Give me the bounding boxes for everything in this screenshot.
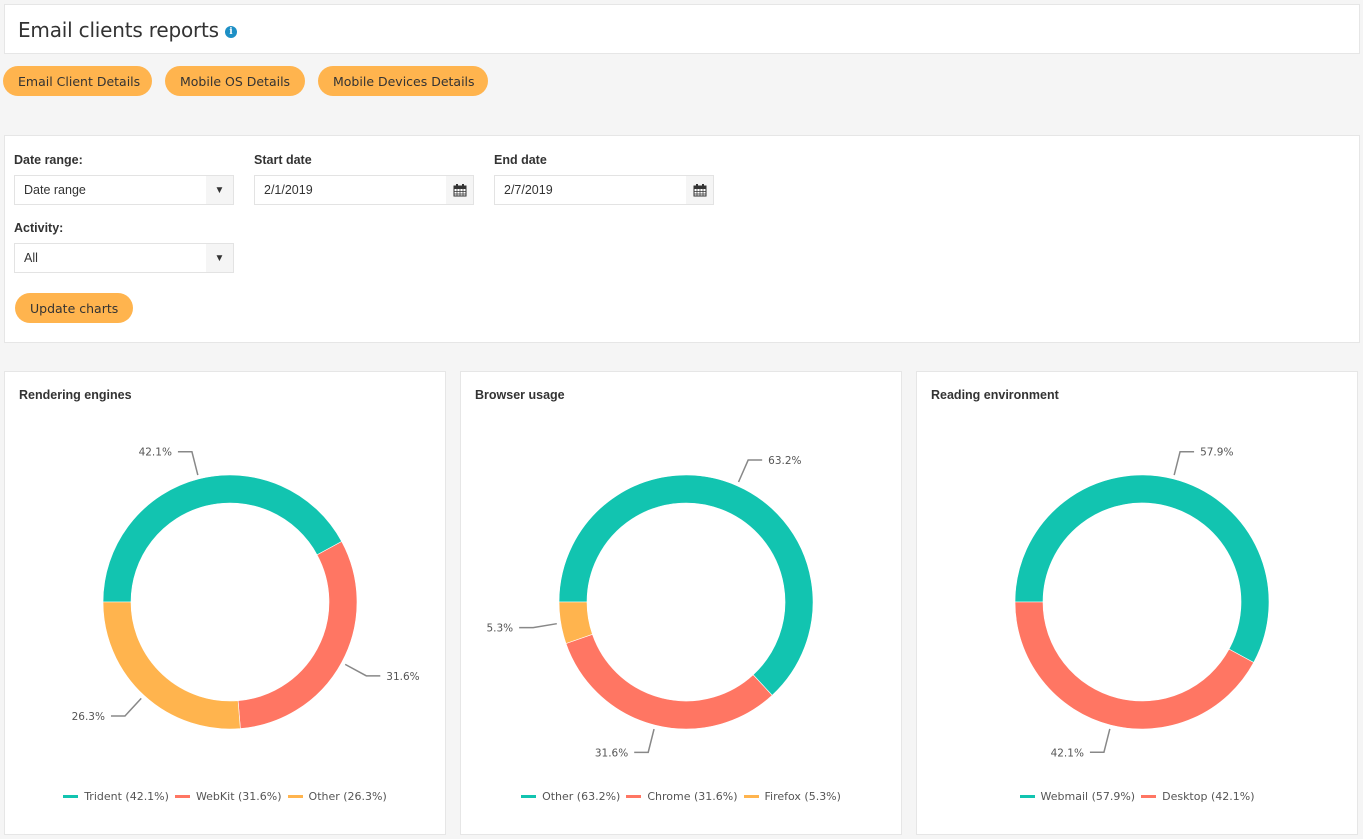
header-panel: Email clients reports i (4, 4, 1360, 54)
donut-slice-other[interactable] (102, 601, 241, 730)
reading-environment-panel: Reading environment 57.9% 42.1% Webmail (… (916, 371, 1358, 835)
start-date-label: Start date (254, 153, 312, 167)
leader-line (110, 697, 142, 717)
rendering-engines-panel: Rendering engines 42.1% 31.6% 26.3% Triden… (4, 371, 446, 835)
mobile-devices-details-button[interactable]: Mobile Devices Details (318, 66, 488, 96)
legend-label: Chrome (31.6%) (647, 790, 738, 803)
browser-usage-panel: Browser usage 63.2% 31.6% 5.3% Other (63.2… (460, 371, 902, 835)
donut-chart-rendering-engines: 42.1% 31.6% 26.3% (72, 447, 420, 730)
legend-swatch (1141, 795, 1157, 798)
donut-slice-desktop[interactable] (1014, 601, 1255, 730)
legend-item[interactable]: Chrome (31.6%) (626, 790, 738, 803)
legend-swatch (63, 795, 79, 798)
end-date-value: 2/7/2019 (504, 183, 553, 197)
data-label: 5.3% (486, 623, 513, 635)
chart-legend: Other (63.2%) Chrome (31.6%) Firefox (5.3%… (461, 790, 901, 803)
legend-item[interactable]: Webmail (57.9%) (1019, 790, 1136, 803)
legend-label: Firefox (5.3%) (764, 790, 841, 803)
page-title-text: Email clients reports (18, 18, 219, 42)
legend-item[interactable]: Firefox (5.3%) (743, 790, 841, 803)
activity-select[interactable]: All ▼ (14, 243, 234, 273)
leader-line (519, 622, 557, 629)
chevron-down-icon[interactable]: ▼ (206, 244, 233, 272)
legend-swatch (287, 795, 303, 798)
data-label: 26.3% (72, 711, 105, 723)
legend-swatch (626, 795, 642, 798)
donut-slice-chrome[interactable] (565, 633, 773, 730)
legend-item[interactable]: Desktop (42.1%) (1141, 790, 1254, 803)
filter-panel: Date range: Date range ▼ Start date 2/1/… (4, 135, 1360, 343)
chevron-down-icon[interactable]: ▼ (206, 176, 233, 204)
date-range-label: Date range: (14, 153, 83, 167)
donut-slice-trident[interactable] (102, 474, 343, 603)
donut-slice-webmail[interactable] (1014, 474, 1270, 663)
legend-label: Desktop (42.1%) (1162, 790, 1255, 803)
legend-swatch (1019, 795, 1035, 798)
donut-chart-reading-environment: 57.9% 42.1% (1014, 447, 1270, 759)
legend-item[interactable]: Trident (42.1%) (63, 790, 169, 803)
calendar-icon[interactable] (686, 176, 713, 204)
data-label: 42.1% (139, 447, 172, 459)
leader-line (1089, 728, 1111, 754)
leader-line (634, 728, 655, 754)
mobile-os-details-button[interactable]: Mobile OS Details (165, 66, 305, 96)
calendar-icon[interactable] (446, 176, 473, 204)
donut-slice-webkit[interactable] (237, 541, 358, 729)
update-charts-button[interactable]: Update charts (15, 293, 133, 323)
end-date-label: End date (494, 153, 547, 167)
legend-item[interactable]: Other (63.2%) (521, 790, 620, 803)
end-date-input[interactable]: 2/7/2019 (494, 175, 714, 205)
legend-swatch (521, 795, 537, 798)
data-label: 63.2% (768, 455, 801, 467)
data-label: 31.6% (386, 671, 419, 683)
legend-item[interactable]: Other (26.3%) (287, 790, 387, 803)
legend-label: Other (26.3%) (308, 790, 387, 803)
donut-chart-browser-usage: 63.2% 31.6% 5.3% (486, 455, 814, 759)
legend-swatch (743, 795, 759, 798)
leader-line (737, 459, 763, 483)
data-label: 57.9% (1200, 447, 1233, 459)
start-date-value: 2/1/2019 (264, 183, 313, 197)
chart-legend: Trident (42.1%) WebKit (31.6%) Other (26.3… (5, 790, 445, 803)
leader-line (177, 450, 199, 476)
page-title: Email clients reports i (18, 18, 237, 42)
leader-line (344, 663, 381, 677)
data-label: 42.1% (1051, 747, 1084, 759)
leader-line (1173, 450, 1195, 476)
chart-legend: Webmail (57.9%) Desktop (42.1%) (917, 790, 1357, 803)
activity-label: Activity: (14, 221, 64, 235)
date-range-value: Date range (24, 183, 86, 197)
date-range-select[interactable]: Date range ▼ (14, 175, 234, 205)
legend-swatch (174, 795, 190, 798)
legend-label: WebKit (31.6%) (195, 790, 282, 803)
data-label: 31.6% (595, 747, 628, 759)
legend-item[interactable]: WebKit (31.6%) (174, 790, 282, 803)
legend-label: Webmail (57.9%) (1040, 790, 1136, 803)
email-client-details-button[interactable]: Email Client Details (3, 66, 152, 96)
legend-label: Other (63.2%) (542, 790, 621, 803)
legend-label: Trident (42.1%) (84, 790, 169, 803)
activity-value: All (24, 251, 38, 265)
info-icon[interactable]: i (224, 26, 237, 38)
start-date-input[interactable]: 2/1/2019 (254, 175, 474, 205)
